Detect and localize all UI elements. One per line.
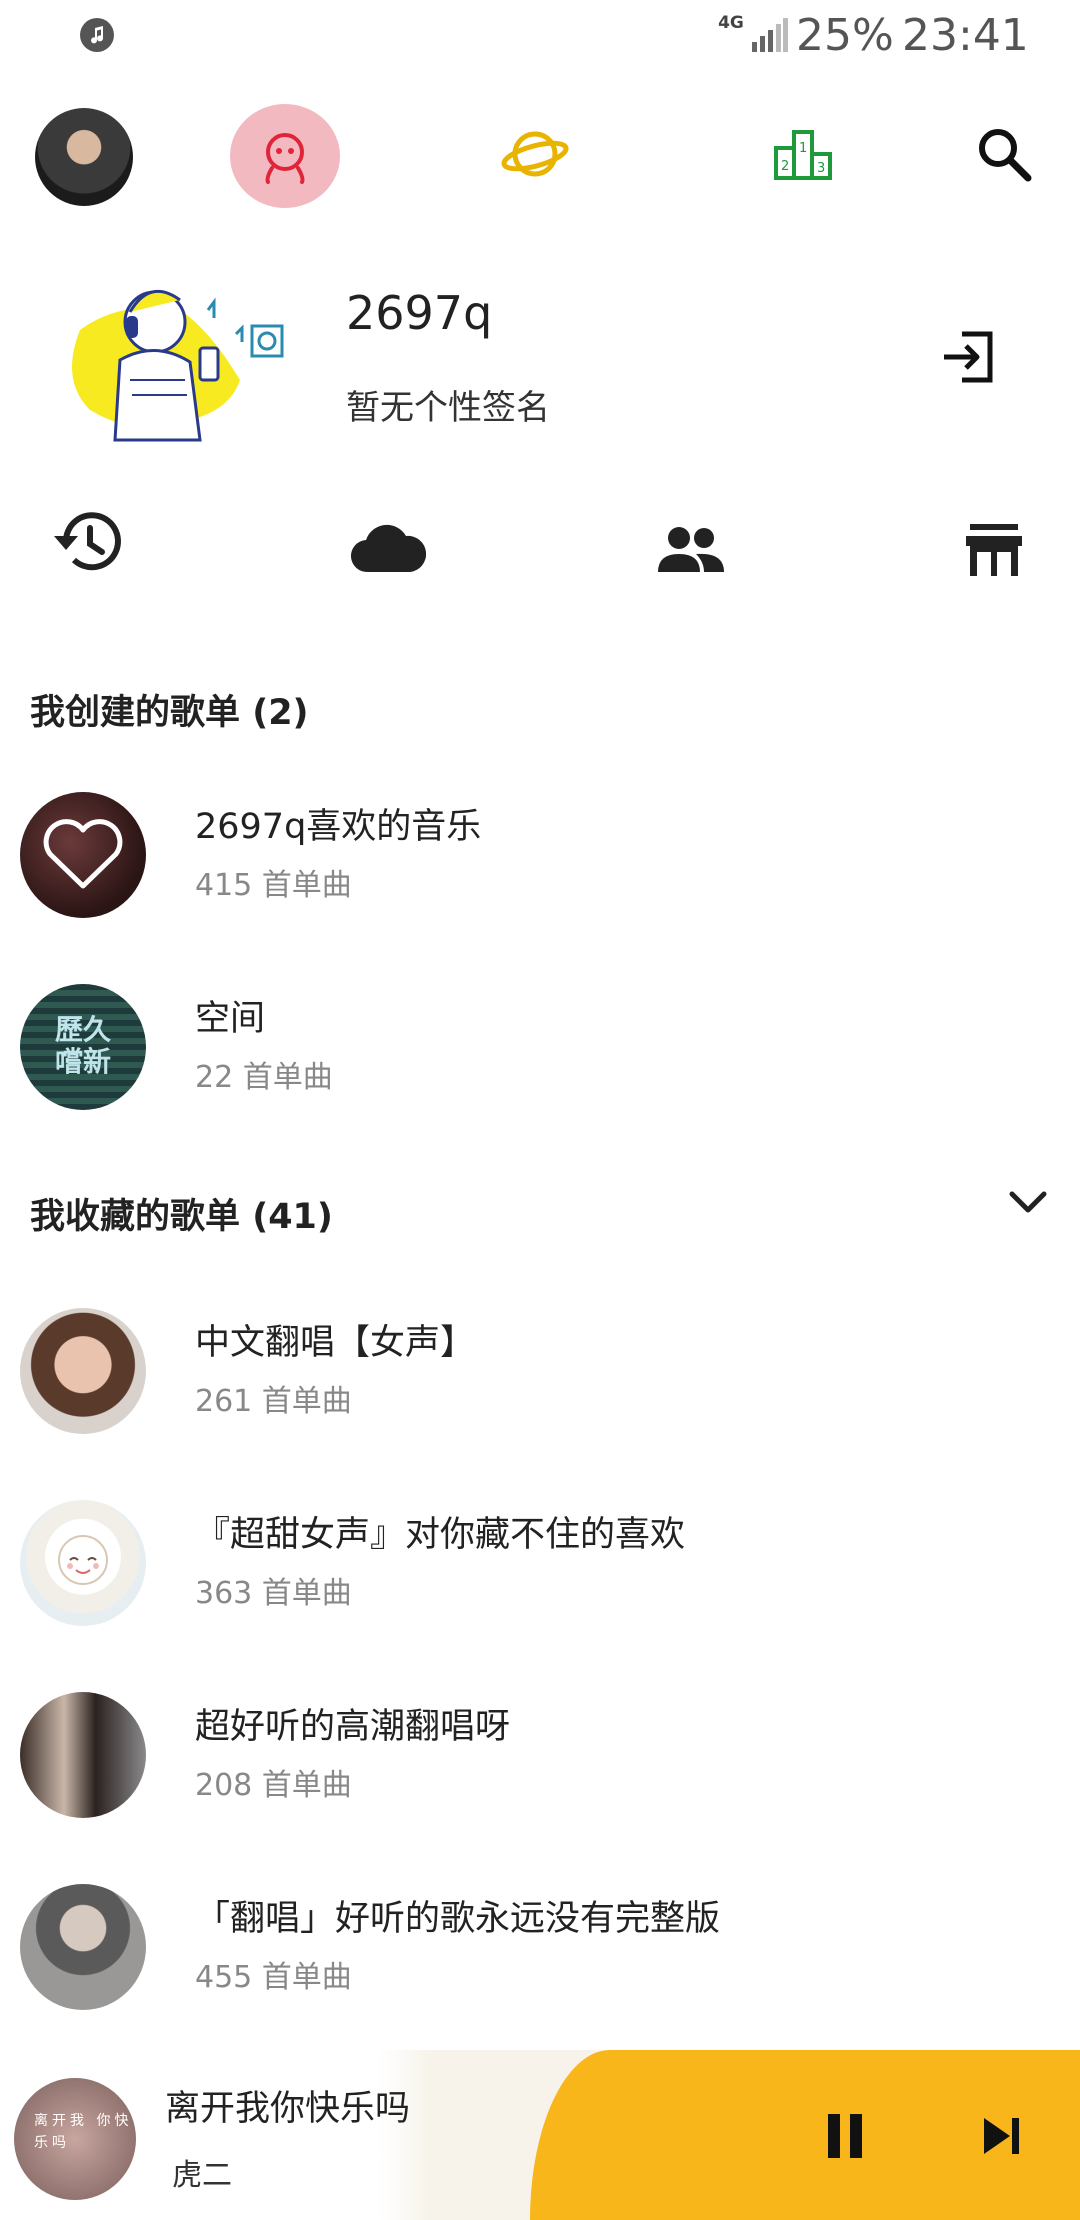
created-playlists-header[interactable]: 我创建的歌单 (2) (30, 684, 309, 735)
logout-icon[interactable] (940, 330, 996, 384)
now-playing-artist: 虎二 (172, 2158, 232, 2193)
status-bar: 4G 25% 23:41 (0, 0, 1080, 72)
network-indicator: 4G (718, 13, 744, 33)
skip-next-icon[interactable] (982, 2116, 1022, 2156)
playlist-title: 超好听的高潮翻唱呀 (195, 1707, 511, 1747)
list-item[interactable]: 「翻唱」好听的歌永远没有完整版 455 首单曲 (0, 1870, 1080, 2020)
playlist-track-count: 22 首单曲 (195, 1060, 333, 1095)
profile-illustration[interactable] (60, 270, 292, 448)
history-icon[interactable] (52, 510, 122, 574)
cloud-icon[interactable] (350, 524, 426, 574)
chevron-down-icon[interactable] (1008, 1190, 1048, 1216)
collected-playlists-header[interactable]: 我收藏的歌单 (41) (30, 1188, 333, 1239)
list-item[interactable]: 中文翻唱【女声】 261 首单曲 (0, 1294, 1080, 1444)
playlist-cover (20, 1884, 146, 2010)
playlist-cover (20, 1308, 146, 1434)
list-item[interactable]: 2697q喜欢的音乐 415 首单曲 (0, 778, 1080, 928)
playlist-title: 「翻唱」好听的歌永远没有完整版 (195, 1899, 721, 1939)
mine-face-icon[interactable] (230, 104, 340, 208)
now-playing-title: 离开我你快乐吗 (165, 2089, 411, 2129)
playlist-cover (20, 1692, 146, 1818)
playlist-title: 『超甜女声』对你藏不住的喜欢 (195, 1515, 686, 1555)
pause-icon[interactable] (826, 2114, 866, 2158)
signal-icon (752, 18, 788, 52)
playlist-cover (20, 792, 146, 918)
playlist-track-count: 208 首单曲 (195, 1768, 352, 1803)
svg-text:2: 2 (781, 159, 789, 174)
created-playlists-title: 我创建的歌单 (30, 693, 241, 733)
collected-playlists-title: 我收藏的歌单 (30, 1197, 241, 1237)
clock: 23:41 (902, 10, 1029, 61)
search-icon[interactable] (976, 126, 1032, 182)
planet-icon[interactable] (500, 124, 570, 184)
playlist-title: 中文翻唱【女声】 (195, 1323, 476, 1363)
list-item[interactable]: 歷久 嚐新 空间 22 首单曲 (0, 970, 1080, 1120)
battery-percent: 25% (796, 10, 894, 61)
store-icon[interactable] (966, 524, 1022, 576)
quick-actions (0, 510, 1080, 590)
playlist-track-count: 415 首单曲 (195, 868, 352, 903)
cover-text: 离开我 你快乐吗 (34, 2113, 133, 2151)
cover-text: 歷久 嚐新 (54, 1013, 111, 1078)
playlist-title: 空间 (195, 999, 266, 1039)
playlist-cover: 歷久 嚐新 (20, 984, 146, 1110)
avatar[interactable] (35, 108, 133, 206)
playlist-title: 2697q喜欢的音乐 (195, 807, 482, 847)
collected-playlists-count: (41) (252, 1197, 333, 1237)
svg-text:3: 3 (817, 161, 825, 176)
playlist-cover (20, 1500, 146, 1626)
friends-icon[interactable] (656, 526, 726, 574)
created-playlists-count: (2) (252, 693, 309, 733)
now-playing-cover[interactable]: 离开我 你快乐吗 (14, 2078, 136, 2200)
heart-icon (43, 819, 123, 889)
mini-player[interactable]: 离开我 你快乐吗 离开我你快乐吗 虎二 (0, 2050, 1080, 2220)
profile-name[interactable]: 2697q (346, 286, 492, 340)
list-item[interactable]: 超好听的高潮翻唱呀 208 首单曲 (0, 1678, 1080, 1828)
top-navigation: 2 1 3 (0, 100, 1080, 210)
svg-text:1: 1 (799, 141, 807, 156)
playlist-track-count: 363 首单曲 (195, 1576, 352, 1611)
podium-icon[interactable]: 2 1 3 (772, 126, 834, 182)
list-item[interactable]: 『超甜女声』对你藏不住的喜欢 363 首单曲 (0, 1486, 1080, 1636)
profile-signature[interactable]: 暂无个性签名 (346, 380, 550, 429)
playlist-track-count: 455 首单曲 (195, 1960, 352, 1995)
playlist-track-count: 261 首单曲 (195, 1384, 352, 1419)
music-note-icon (80, 18, 114, 52)
